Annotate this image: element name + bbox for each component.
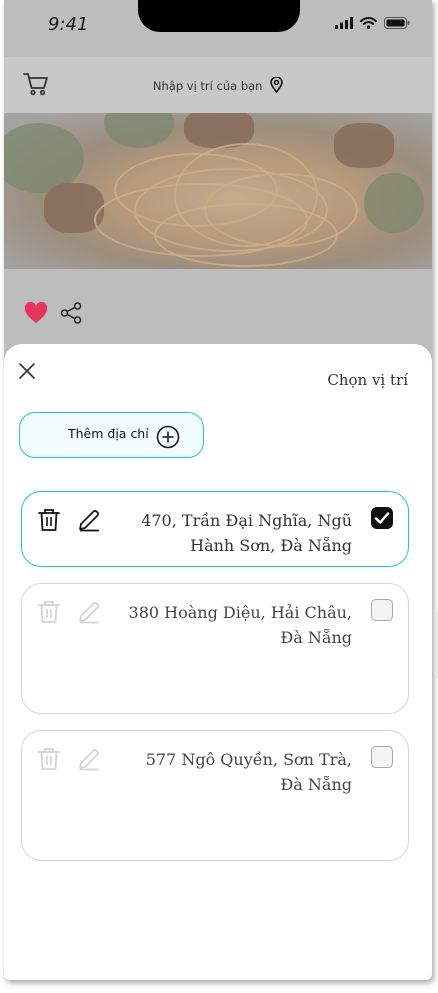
share-icon[interactable] <box>60 302 82 324</box>
address-card[interactable]: 380 Hoàng Diệu, Hải Châu, Đà Nẵng <box>21 583 409 714</box>
trash-icon[interactable] <box>38 600 60 624</box>
select-location-sheet: Chọn vị trí Thêm địa chỉ 470, Trần Đại N… <box>4 344 432 980</box>
close-icon[interactable] <box>18 362 36 380</box>
status-bar: 9:41 <box>4 0 432 50</box>
phone-frame: 9:41 Nhập vị trí của bạn Chọn vị trí Thê… <box>4 0 432 980</box>
address-text: 577 Ngô Quyền, Sơn Trà, Đà Nẵng <box>145 750 352 794</box>
checkbox-icon[interactable] <box>371 507 393 529</box>
pencil-icon[interactable] <box>77 508 101 532</box>
add-address-button[interactable]: Thêm địa chỉ <box>19 412 204 458</box>
checkbox-icon[interactable] <box>371 599 393 621</box>
location-pin-icon <box>270 76 283 96</box>
food-image <box>4 113 432 269</box>
sheet-title: Chọn vị trí <box>327 371 408 389</box>
top-bar: Nhập vị trí của bạn <box>4 57 432 113</box>
trash-icon[interactable] <box>38 508 60 532</box>
status-icons <box>335 17 410 29</box>
status-time: 9:41 <box>48 14 89 35</box>
address-text: 470, Trần Đại Nghĩa, Ngũ Hành Sơn, Đà Nẵ… <box>141 511 352 555</box>
location-label-text: Nhập vị trí của bạn <box>152 79 263 93</box>
pencil-icon[interactable] <box>77 747 101 771</box>
location-input[interactable]: Nhập vị trí của bạn <box>4 76 432 96</box>
address-card[interactable]: 470, Trần Đại Nghĩa, Ngũ Hành Sơn, Đà Nẵ… <box>21 491 409 567</box>
address-text: 380 Hoàng Diệu, Hải Châu, Đà Nẵng <box>128 603 352 647</box>
checkbox-icon[interactable] <box>371 746 393 768</box>
pencil-icon[interactable] <box>77 600 101 624</box>
heart-icon[interactable] <box>24 302 48 324</box>
battery-icon <box>384 17 410 29</box>
notch <box>138 0 300 32</box>
plus-circle-icon <box>156 425 180 449</box>
address-card[interactable]: 577 Ngô Quyền, Sơn Trà, Đà Nẵng <box>21 730 409 861</box>
signal-icon <box>335 17 353 29</box>
trash-icon[interactable] <box>38 747 60 771</box>
wifi-icon <box>360 17 377 29</box>
add-address-label: Thêm địa chỉ <box>68 426 149 441</box>
post-actions <box>24 302 82 324</box>
